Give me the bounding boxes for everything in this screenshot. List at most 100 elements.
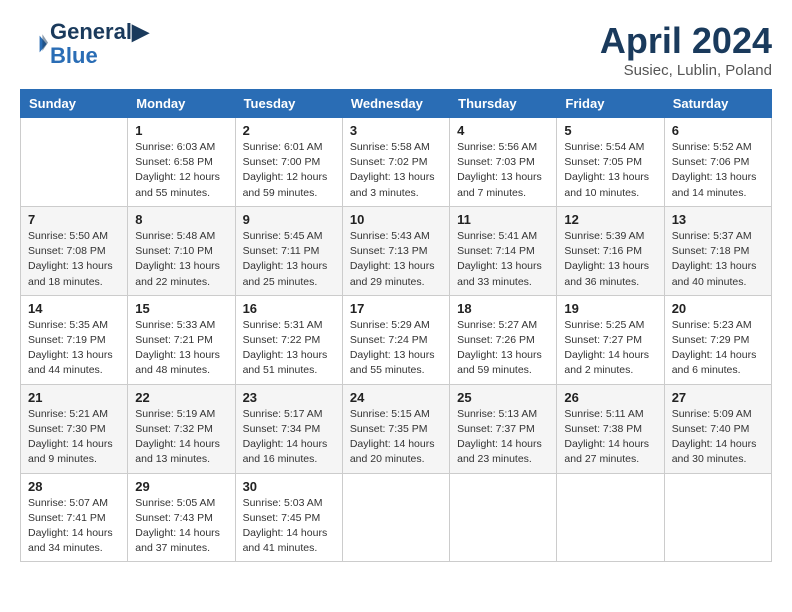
day-info: Sunrise: 5:25 AM Sunset: 7:27 PM Dayligh… <box>564 318 656 379</box>
calendar-day-cell: 29Sunrise: 5:05 AM Sunset: 7:43 PM Dayli… <box>128 473 235 562</box>
day-info: Sunrise: 5:33 AM Sunset: 7:21 PM Dayligh… <box>135 318 227 379</box>
day-number: 27 <box>672 390 764 405</box>
day-number: 17 <box>350 301 442 316</box>
calendar-day-cell: 13Sunrise: 5:37 AM Sunset: 7:18 PM Dayli… <box>664 206 771 295</box>
calendar-header-cell: Friday <box>557 90 664 118</box>
calendar-day-cell: 24Sunrise: 5:15 AM Sunset: 7:35 PM Dayli… <box>342 384 449 473</box>
calendar-day-cell: 26 Sunrise: 5:11 AM Sunset: 7:38 PM Dayli… <box>557 384 664 473</box>
calendar-day-cell: 7Sunrise: 5:50 AM Sunset: 7:08 PM Daylig… <box>21 206 128 295</box>
title-block: April 2024 Susiec, Lublin, Poland <box>600 20 772 79</box>
logo: General▶ Blue <box>20 20 149 68</box>
day-info: Sunrise: 5:43 AM Sunset: 7:13 PM Dayligh… <box>350 229 442 290</box>
day-number: 20 <box>672 301 764 316</box>
calendar-week-row: 1 Sunrise: 6:03 AM Sunset: 6:58 PM Daylig… <box>21 118 772 207</box>
day-number: 21 <box>28 390 120 405</box>
month-title: April 2024 <box>600 20 772 62</box>
day-number: 11 <box>457 212 549 227</box>
calendar-day-cell: 6Sunrise: 5:52 AM Sunset: 7:06 PM Daylig… <box>664 118 771 207</box>
day-number: 5 <box>564 123 656 138</box>
calendar-day-cell: 21Sunrise: 5:21 AM Sunset: 7:30 PM Dayli… <box>21 384 128 473</box>
day-number: 23 <box>243 390 335 405</box>
day-info: Sunrise: 6:03 AM Sunset: 6:58 PM Dayligh… <box>135 140 227 201</box>
day-number: 15 <box>135 301 227 316</box>
calendar-day-cell: 9Sunrise: 5:45 AM Sunset: 7:11 PM Daylig… <box>235 206 342 295</box>
calendar-body: 1 Sunrise: 6:03 AM Sunset: 6:58 PM Daylig… <box>21 118 772 562</box>
day-info: Sunrise: 5:37 AM Sunset: 7:18 PM Dayligh… <box>672 229 764 290</box>
day-number: 14 <box>28 301 120 316</box>
calendar-day-cell: 30 Sunrise: 5:03 AM Sunset: 7:45 PM Dayli… <box>235 473 342 562</box>
day-info: Sunrise: 5:13 AM Sunset: 7:37 PM Dayligh… <box>457 407 549 468</box>
day-info: Sunrise: 5:09 AM Sunset: 7:40 PM Dayligh… <box>672 407 764 468</box>
logo-icon <box>20 30 48 58</box>
day-info: Sunrise: 5:31 AM Sunset: 7:22 PM Dayligh… <box>243 318 335 379</box>
calendar-day-cell: 22Sunrise: 5:19 AM Sunset: 7:32 PM Dayli… <box>128 384 235 473</box>
day-number: 12 <box>564 212 656 227</box>
day-number: 25 <box>457 390 549 405</box>
calendar-header-cell: Saturday <box>664 90 771 118</box>
calendar-day-cell: 18Sunrise: 5:27 AM Sunset: 7:26 PM Dayli… <box>450 295 557 384</box>
day-info: Sunrise: 5:19 AM Sunset: 7:32 PM Dayligh… <box>135 407 227 468</box>
day-number: 6 <box>672 123 764 138</box>
day-info: Sunrise: 5:03 AM Sunset: 7:45 PM Dayligh… <box>243 496 335 557</box>
calendar-header-cell: Tuesday <box>235 90 342 118</box>
day-number: 10 <box>350 212 442 227</box>
calendar-day-cell <box>21 118 128 207</box>
calendar-day-cell: 5 Sunrise: 5:54 AM Sunset: 7:05 PM Daylig… <box>557 118 664 207</box>
calendar-day-cell <box>450 473 557 562</box>
day-info: Sunrise: 5:54 AM Sunset: 7:05 PM Dayligh… <box>564 140 656 201</box>
calendar-day-cell: 28Sunrise: 5:07 AM Sunset: 7:41 PM Dayli… <box>21 473 128 562</box>
calendar-day-cell: 10 Sunrise: 5:43 AM Sunset: 7:13 PM Dayli… <box>342 206 449 295</box>
calendar-day-cell: 19 Sunrise: 5:25 AM Sunset: 7:27 PM Dayli… <box>557 295 664 384</box>
day-number: 26 <box>564 390 656 405</box>
day-info: Sunrise: 5:17 AM Sunset: 7:34 PM Dayligh… <box>243 407 335 468</box>
day-number: 19 <box>564 301 656 316</box>
day-number: 4 <box>457 123 549 138</box>
day-info: Sunrise: 5:58 AM Sunset: 7:02 PM Dayligh… <box>350 140 442 201</box>
calendar-header-cell: Sunday <box>21 90 128 118</box>
day-number: 28 <box>28 479 120 494</box>
day-number: 8 <box>135 212 227 227</box>
location-subtitle: Susiec, Lublin, Poland <box>600 62 772 79</box>
calendar-day-cell: 12Sunrise: 5:39 AM Sunset: 7:16 PM Dayli… <box>557 206 664 295</box>
day-info: Sunrise: 5:45 AM Sunset: 7:11 PM Dayligh… <box>243 229 335 290</box>
calendar-day-cell: 14 Sunrise: 5:35 AM Sunset: 7:19 PM Dayli… <box>21 295 128 384</box>
day-info: Sunrise: 5:56 AM Sunset: 7:03 PM Dayligh… <box>457 140 549 201</box>
calendar-day-cell: 16 Sunrise: 5:31 AM Sunset: 7:22 PM Dayli… <box>235 295 342 384</box>
calendar-day-cell: 2 Sunrise: 6:01 AM Sunset: 7:00 PM Daylig… <box>235 118 342 207</box>
day-number: 16 <box>243 301 335 316</box>
calendar-day-cell: 11 Sunrise: 5:41 AM Sunset: 7:14 PM Dayli… <box>450 206 557 295</box>
calendar-day-cell: 3Sunrise: 5:58 AM Sunset: 7:02 PM Daylig… <box>342 118 449 207</box>
day-info: Sunrise: 5:41 AM Sunset: 7:14 PM Dayligh… <box>457 229 549 290</box>
calendar-header-row: SundayMondayTuesdayWednesdayThursdayFrid… <box>21 90 772 118</box>
calendar-day-cell <box>664 473 771 562</box>
calendar-week-row: 7Sunrise: 5:50 AM Sunset: 7:08 PM Daylig… <box>21 206 772 295</box>
day-number: 2 <box>243 123 335 138</box>
calendar-day-cell: 20 Sunrise: 5:23 AM Sunset: 7:29 PM Dayli… <box>664 295 771 384</box>
day-info: Sunrise: 6:01 AM Sunset: 7:00 PM Dayligh… <box>243 140 335 201</box>
calendar-day-cell: 15 Sunrise: 5:33 AM Sunset: 7:21 PM Dayli… <box>128 295 235 384</box>
day-info: Sunrise: 5:23 AM Sunset: 7:29 PM Dayligh… <box>672 318 764 379</box>
calendar-day-cell: 17Sunrise: 5:29 AM Sunset: 7:24 PM Dayli… <box>342 295 449 384</box>
calendar-day-cell: 27 Sunrise: 5:09 AM Sunset: 7:40 PM Dayli… <box>664 384 771 473</box>
calendar-day-cell <box>557 473 664 562</box>
day-info: Sunrise: 5:27 AM Sunset: 7:26 PM Dayligh… <box>457 318 549 379</box>
day-number: 29 <box>135 479 227 494</box>
page-header: General▶ Blue April 2024 Susiec, Lublin,… <box>20 20 772 79</box>
day-number: 1 <box>135 123 227 138</box>
calendar-day-cell: 23 Sunrise: 5:17 AM Sunset: 7:34 PM Dayli… <box>235 384 342 473</box>
calendar-day-cell: 8 Sunrise: 5:48 AM Sunset: 7:10 PM Daylig… <box>128 206 235 295</box>
calendar-header-cell: Wednesday <box>342 90 449 118</box>
calendar-day-cell: 25 Sunrise: 5:13 AM Sunset: 7:37 PM Dayli… <box>450 384 557 473</box>
day-info: Sunrise: 5:35 AM Sunset: 7:19 PM Dayligh… <box>28 318 120 379</box>
calendar-week-row: 28Sunrise: 5:07 AM Sunset: 7:41 PM Dayli… <box>21 473 772 562</box>
calendar-week-row: 21Sunrise: 5:21 AM Sunset: 7:30 PM Dayli… <box>21 384 772 473</box>
logo-text: General▶ Blue <box>50 20 149 68</box>
day-info: Sunrise: 5:11 AM Sunset: 7:38 PM Dayligh… <box>564 407 656 468</box>
day-number: 30 <box>243 479 335 494</box>
day-number: 24 <box>350 390 442 405</box>
calendar-day-cell: 4 Sunrise: 5:56 AM Sunset: 7:03 PM Daylig… <box>450 118 557 207</box>
day-info: Sunrise: 5:48 AM Sunset: 7:10 PM Dayligh… <box>135 229 227 290</box>
calendar-day-cell <box>342 473 449 562</box>
calendar-week-row: 14 Sunrise: 5:35 AM Sunset: 7:19 PM Dayli… <box>21 295 772 384</box>
calendar-table: SundayMondayTuesdayWednesdayThursdayFrid… <box>20 89 772 562</box>
